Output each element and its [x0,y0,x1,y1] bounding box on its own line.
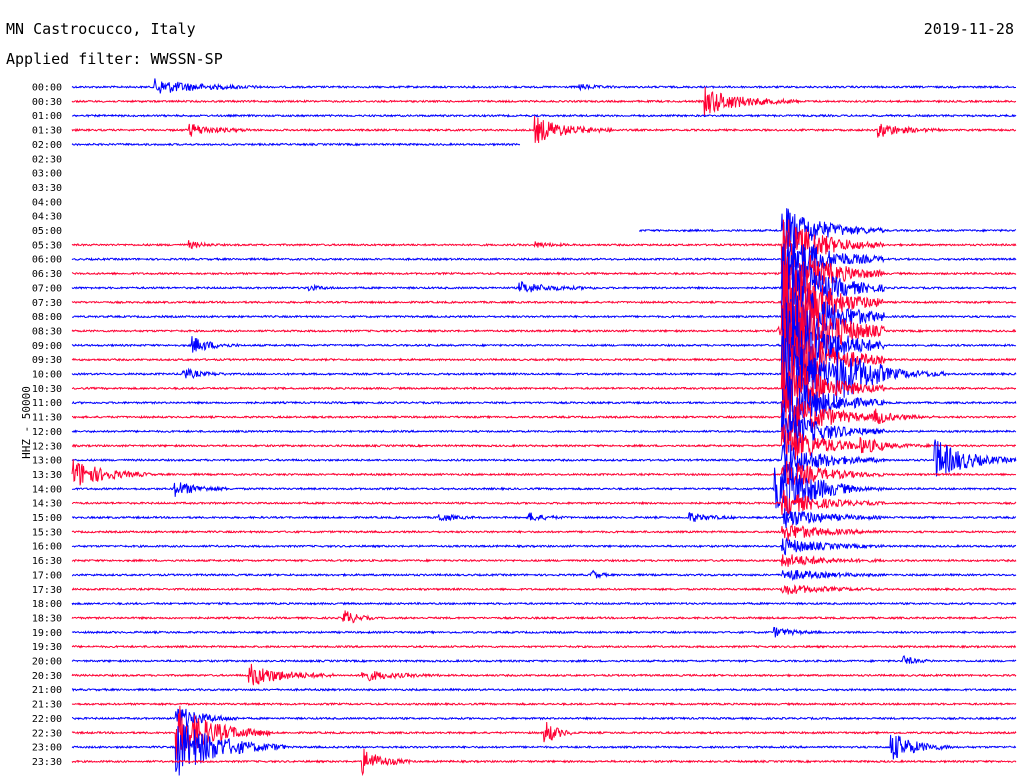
tick-label: 13:30 [32,470,62,481]
trace-1530 [71,523,1017,541]
trace-2000 [71,655,1017,665]
trace-1400 [71,463,1017,517]
tick-label: 12:30 [32,441,62,452]
trace-1100 [71,373,1017,428]
trace-2030 [71,663,1017,686]
tick-label: 15:00 [32,513,62,524]
tick-label: 11:30 [32,413,62,424]
tick-label: 00:30 [32,97,62,108]
trace-0100 [71,113,1017,118]
tick-label: 05:00 [32,226,62,237]
tick-label: 23:30 [32,757,62,768]
tick-label: 18:00 [32,599,62,610]
tick-label: 17:00 [32,570,62,581]
tick-label: 20:30 [32,671,62,682]
tick-label: 01:30 [32,126,62,137]
tick-label: 15:30 [32,527,62,538]
trace-0200 [71,142,521,147]
tick-label: 23:00 [32,743,62,754]
tick-label: 19:00 [32,628,62,639]
tick-label: 00:00 [32,83,62,94]
trace-1930 [71,644,1017,649]
tick-label: 18:30 [32,613,62,624]
tick-label: 17:30 [32,585,62,596]
tick-label: 19:30 [32,642,62,653]
tick-label: 02:30 [32,154,62,165]
tick-label: 12:00 [32,427,62,438]
trace-0530 [71,219,1017,274]
tick-label: 03:30 [32,183,62,194]
tick-label: 16:00 [32,542,62,553]
trace-2100 [71,687,1017,692]
time-tick-labels: 00:00 00:30 01:00 01:30 02:00 02:30 03:00 03:30… [32,83,62,768]
tick-label: 09:00 [32,341,62,352]
trace-2130 [71,701,1017,707]
trace-1230 [71,424,1016,463]
trace-1030 [71,361,1017,416]
tick-label: 20:00 [32,657,62,668]
trace-0600 [71,232,1017,289]
tick-label: 16:30 [32,556,62,567]
tick-label: 14:30 [32,499,62,510]
tick-label: 11:00 [32,398,62,409]
trace-1830 [71,610,1017,624]
trace-1730 [71,584,1017,595]
trace-1430 [71,489,1017,515]
trace-0000 [71,78,1016,94]
trace-0030 [71,86,1017,116]
tick-label: 07:00 [32,283,62,294]
tick-label: 21:30 [32,700,62,711]
seismic-traces [71,78,1017,777]
trace-1900 [71,626,1017,638]
tick-label: 09:30 [32,355,62,366]
tick-label: 06:00 [32,255,62,266]
tick-label: 13:00 [32,456,62,467]
trace-1630 [71,554,1017,567]
trace-1330 [71,459,1016,486]
tick-label: 01:00 [32,111,62,122]
tick-label: 07:30 [32,298,62,309]
trace-2200 [71,708,1017,728]
trace-0130 [71,115,1017,144]
tick-label: 21:00 [32,685,62,696]
tick-label: 04:00 [32,197,62,208]
tick-label: 14:00 [32,484,62,495]
trace-1000 [71,328,1017,406]
trace-1700 [71,569,1017,581]
tick-label: 10:00 [32,370,62,381]
tick-label: 06:30 [32,269,62,280]
helicorder-plot: 00:00 00:30 01:00 01:30 02:00 02:30 03:00 03:30… [32,78,1017,777]
trace-1500 [71,508,1017,529]
tick-label: 22:30 [32,728,62,739]
tick-label: 08:00 [32,312,62,323]
tick-label: 04:30 [32,212,62,223]
tick-label: 03:00 [32,169,62,180]
tick-label: 05:30 [32,240,62,251]
tick-label: 08:30 [32,326,62,337]
trace-1600 [71,537,1017,556]
tick-label: 22:00 [32,714,62,725]
tick-label: 10:30 [32,384,62,395]
trace-1800 [71,601,1017,606]
tick-label: 02:00 [32,140,62,151]
